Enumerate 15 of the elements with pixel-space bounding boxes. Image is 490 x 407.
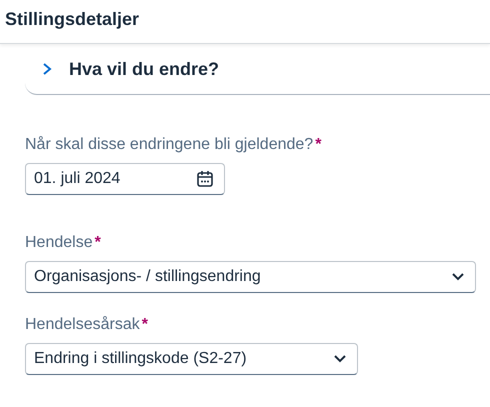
page-title: Stillingsdetaljer bbox=[5, 9, 140, 29]
calendar-icon[interactable] bbox=[196, 170, 214, 188]
chevron-down-icon[interactable] bbox=[451, 272, 465, 282]
date-field[interactable]: 01. juli 2024 bbox=[25, 163, 225, 195]
dropdown-field[interactable]: Endring i stillingskode (S2-27) bbox=[25, 343, 358, 375]
required-mark: * bbox=[142, 316, 148, 333]
required-mark: * bbox=[315, 136, 322, 153]
required-mark: * bbox=[94, 234, 101, 251]
chevron-down-icon[interactable] bbox=[333, 354, 347, 364]
field-label: Hendelse bbox=[25, 234, 93, 251]
panel-header[interactable]: Hva vil du endre? bbox=[25, 44, 490, 95]
field-label: Hendelsesårsak bbox=[25, 316, 140, 333]
field-label: Når skal disse endringene bli gjeldende? bbox=[25, 136, 314, 153]
chevron-icon[interactable] bbox=[41, 62, 53, 76]
dropdown-field[interactable]: Organisasjons- / stillingsendring bbox=[25, 261, 476, 293]
